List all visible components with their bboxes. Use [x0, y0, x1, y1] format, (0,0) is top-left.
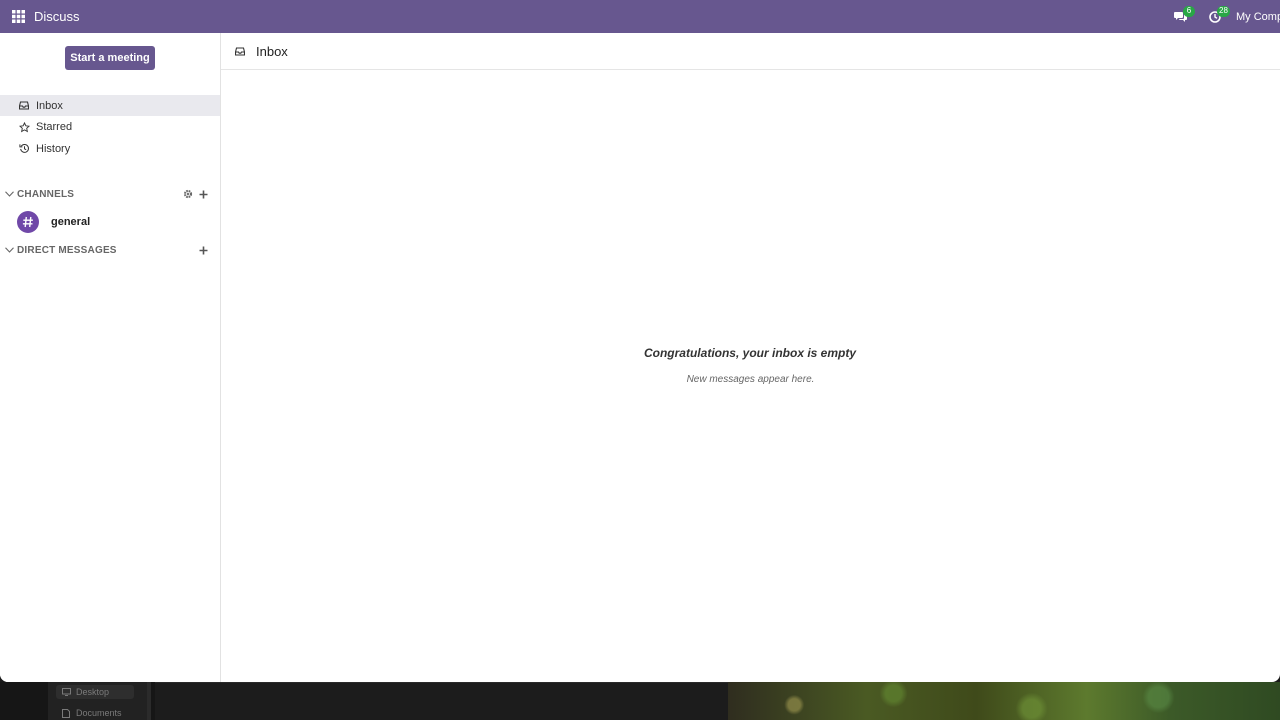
direct-messages-label[interactable]: DIRECT MESSAGES [17, 245, 117, 256]
grid-icon [11, 10, 25, 23]
activities-menu-button[interactable]: 28 [1198, 0, 1232, 33]
history-icon [18, 143, 30, 155]
sidebar-item-starred[interactable]: Starred [0, 117, 220, 138]
sidebar-item-history[interactable]: History [0, 138, 220, 159]
plus-icon[interactable] [198, 245, 208, 255]
hashtag-icon [17, 211, 39, 233]
activities-badge: 28 [1217, 6, 1230, 17]
discuss-sidebar: Start a meeting Inbox Starred History CH… [0, 33, 221, 682]
channel-name: general [51, 216, 91, 228]
gear-icon[interactable] [183, 189, 193, 199]
chevron-down-icon[interactable] [4, 245, 14, 255]
company-switcher[interactable]: My Company [1232, 11, 1280, 23]
plus-icon[interactable] [198, 189, 208, 199]
mailbox-list: Inbox Starred History [0, 95, 220, 160]
page-title: Inbox [256, 43, 288, 59]
channel-item-general[interactable]: general [0, 210, 220, 234]
messages-badge: 6 [1183, 6, 1195, 17]
direct-messages-section-header: DIRECT MESSAGES [0, 242, 220, 258]
direct-messages-actions [198, 242, 208, 258]
systray: 6 28 My Company [1164, 0, 1280, 33]
channels-section-header: CHANNELS [0, 186, 220, 202]
inbox-icon [18, 100, 30, 112]
sidebar-item-label: History [36, 142, 71, 155]
empty-inbox-title: Congratulations, your inbox is empty [643, 346, 857, 360]
sidebar-item-label: Starred [36, 121, 73, 133]
finder-item-label: Desktop [76, 687, 110, 697]
channels-label[interactable]: CHANNELS [17, 189, 74, 200]
finder-item-documents[interactable]: Documents [56, 706, 134, 720]
star-icon [18, 121, 30, 133]
thread-panel: Inbox Congratulations, your inbox is emp… [221, 33, 1280, 682]
sidebar-item-label: Inbox [36, 99, 63, 112]
monitor-icon [62, 688, 71, 696]
finder-sidebar: Desktop Documents [48, 682, 151, 720]
chevron-down-icon[interactable] [4, 189, 14, 199]
channels-actions [183, 186, 208, 202]
start-meeting-button[interactable]: Start a meeting [65, 46, 155, 70]
apps-menu-button[interactable] [0, 0, 36, 33]
inbox-icon [235, 46, 245, 56]
empty-inbox-subtitle: New messages appear here. [686, 374, 815, 385]
finder-item-desktop[interactable]: Desktop [56, 685, 134, 699]
desktop-background: Desktop Documents [0, 682, 1280, 720]
thread-header: Inbox [221, 33, 1280, 70]
document-icon [62, 708, 71, 718]
messages-menu-button[interactable]: 6 [1164, 0, 1198, 33]
finder-item-label: Documents [76, 708, 122, 718]
wallpaper-image [728, 682, 1280, 720]
sidebar-item-inbox[interactable]: Inbox [0, 95, 220, 116]
app-name[interactable]: Discuss [34, 9, 80, 24]
top-navbar: Discuss 6 28 My Company [0, 0, 1280, 33]
discuss-app-window: Discuss 6 28 My Company Start a meeting [0, 0, 1280, 682]
background-window [155, 682, 728, 720]
